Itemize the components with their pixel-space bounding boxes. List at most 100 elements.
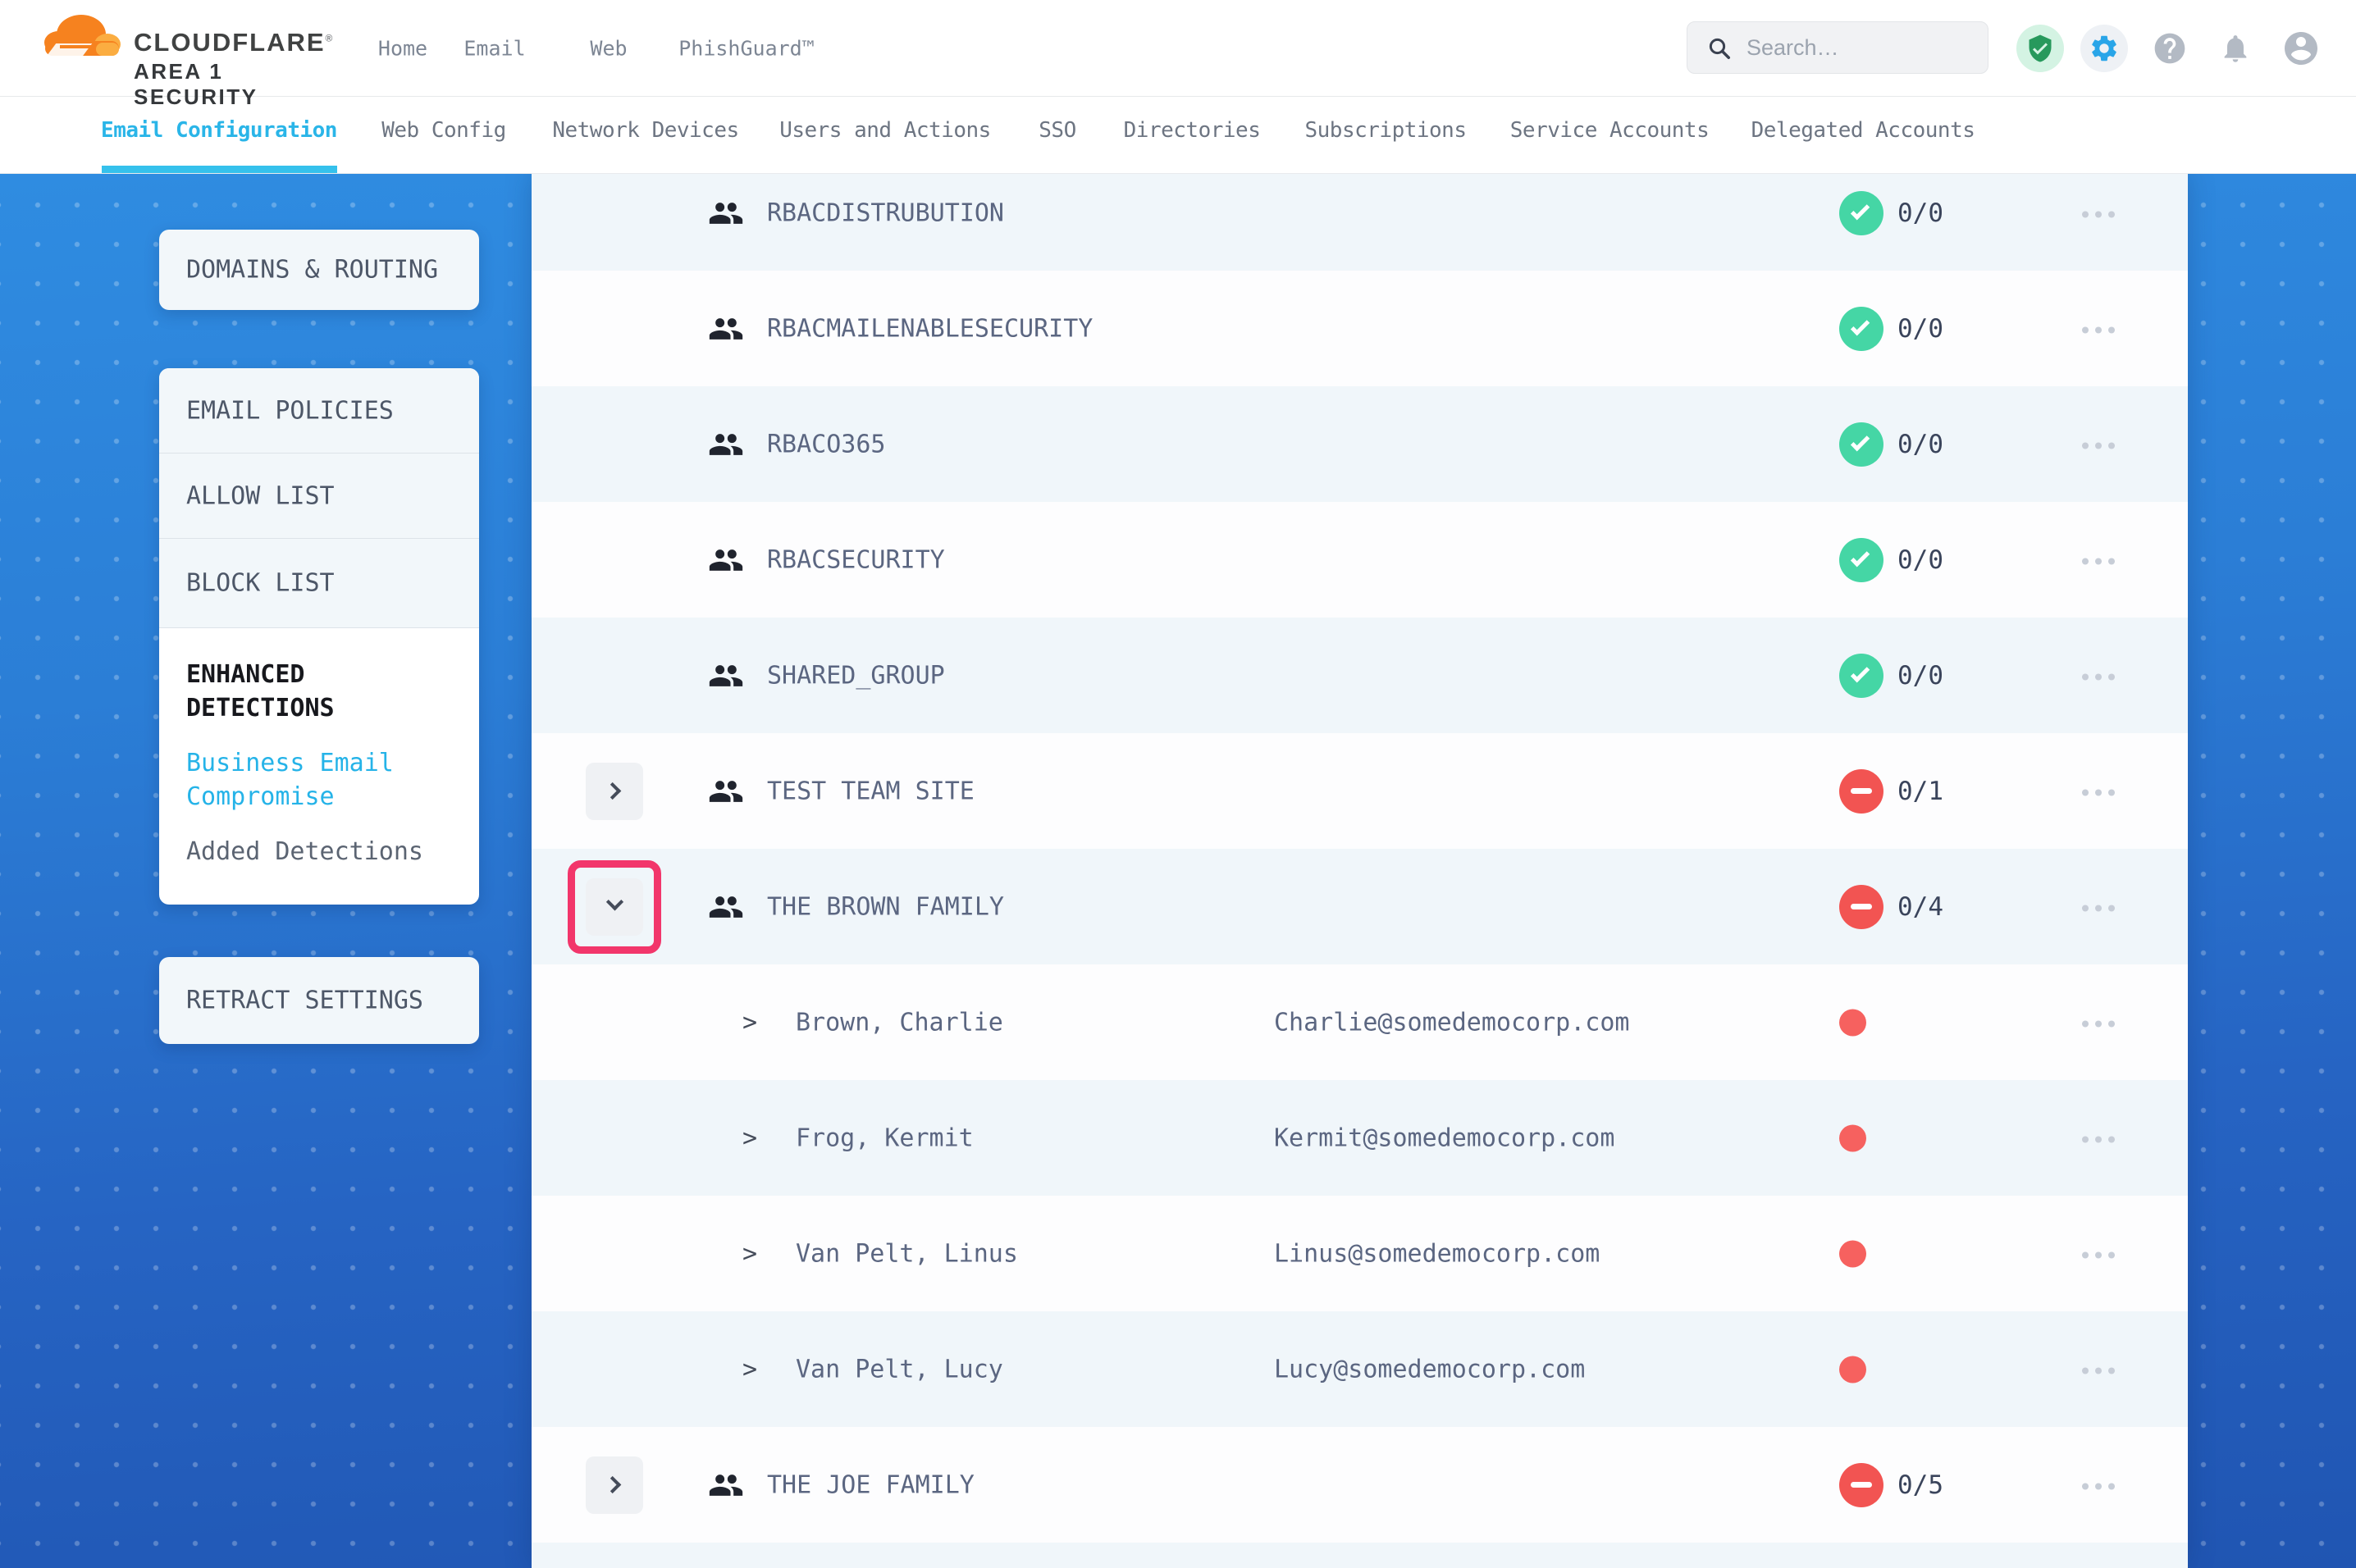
chevron-right-icon[interactable]: > <box>742 1008 757 1037</box>
group-name: RBACSECURITY <box>767 545 945 574</box>
dot-icon <box>2095 1020 2102 1027</box>
group-count: 0/0 <box>1897 314 1943 344</box>
status-ok-badge <box>1839 654 1883 698</box>
group-row: RBACDISTRUBUTION0/0 <box>532 174 2188 271</box>
row-menu-button[interactable] <box>2057 436 2139 452</box>
row-menu-button[interactable] <box>2057 1130 2139 1146</box>
partial-row <box>532 1543 2188 1568</box>
row-menu-button[interactable] <box>2057 205 2139 221</box>
expand-group-button[interactable] <box>586 763 643 820</box>
security-shield-icon[interactable] <box>2016 25 2064 72</box>
search-icon <box>1707 36 1732 61</box>
dot-icon <box>2108 442 2115 449</box>
group-row: RBACMAILENABLESECURITY0/0 <box>532 271 2188 386</box>
status-ok-badge <box>1839 538 1883 582</box>
header-nav-web[interactable]: Web <box>590 37 627 61</box>
member-email: Kermit@somedemocorp.com <box>1274 1124 1614 1152</box>
group-people-icon <box>708 1470 744 1501</box>
dot-icon <box>2108 1251 2115 1258</box>
member-alert-dot <box>1839 1009 1866 1036</box>
member-row: >Brown, CharlieCharlie@somedemocorp.com <box>532 964 2188 1080</box>
dot-icon <box>2095 211 2102 217</box>
row-menu-button[interactable] <box>2057 899 2139 914</box>
retract-settings-label: RETRACT SETTINGS <box>186 987 423 1015</box>
dot-icon <box>2095 1136 2102 1142</box>
status-ok-badge <box>1839 307 1883 351</box>
group-count: 0/0 <box>1897 430 1943 459</box>
tab-sso[interactable]: SSO <box>1039 118 1075 143</box>
user-account-icon[interactable] <box>2277 25 2325 72</box>
notifications-bell-icon[interactable] <box>2212 25 2259 72</box>
group-count: 0/1 <box>1897 777 1943 806</box>
group-people-icon <box>708 660 744 691</box>
dot-icon <box>2095 442 2102 449</box>
chevron-right-icon[interactable]: > <box>742 1355 757 1383</box>
dot-icon <box>2108 905 2115 911</box>
sidebar-item-added-detections[interactable]: Added Detections <box>186 835 432 868</box>
header-nav-home[interactable]: Home <box>378 37 427 61</box>
sidebar-item-retract-settings[interactable]: RETRACT SETTINGS <box>159 957 479 1044</box>
config-tab-bar: Email Configuration Web Config Network Dev… <box>0 97 2356 174</box>
row-menu-button[interactable] <box>2057 552 2139 567</box>
row-menu-button[interactable] <box>2057 783 2139 799</box>
tab-users-and-actions[interactable]: Users and Actions <box>779 118 991 143</box>
email-policies-label: EMAIL POLICIES <box>186 396 394 425</box>
tab-network-devices[interactable]: Network Devices <box>552 118 738 143</box>
search-input[interactable] <box>1746 22 1976 73</box>
check-icon <box>1851 663 1870 682</box>
sidebar-item-email-policies[interactable]: EMAIL POLICIES <box>159 368 479 454</box>
dot-icon <box>2082 1136 2089 1142</box>
chevron-down-icon <box>605 893 623 910</box>
tab-web-config[interactable]: Web Config <box>381 118 506 143</box>
row-menu-button[interactable] <box>2057 1246 2139 1261</box>
tab-email-configuration[interactable]: Email Configuration <box>101 118 337 143</box>
workspace-background: DOMAINS & ROUTING EMAIL POLICIES ALLOW L… <box>0 174 2356 1568</box>
check-icon <box>1851 201 1870 220</box>
dot-icon <box>2082 1367 2089 1374</box>
group-people-icon <box>708 313 744 344</box>
tab-directories[interactable]: Directories <box>1124 118 1261 143</box>
group-people-icon <box>708 891 744 923</box>
row-menu-button[interactable] <box>2057 1477 2139 1493</box>
sidebar-item-domains-routing[interactable]: DOMAINS & ROUTING <box>159 230 479 310</box>
row-menu-button[interactable] <box>2057 321 2139 336</box>
row-menu-button[interactable] <box>2057 668 2139 683</box>
dot-icon <box>2082 789 2089 795</box>
chevron-right-icon[interactable]: > <box>742 1239 757 1268</box>
help-icon[interactable] <box>2146 25 2194 72</box>
group-table: RBACDISTRUBUTION0/0 RBACMAILENABLESECURI… <box>532 174 2188 1568</box>
search-box[interactable] <box>1687 21 1988 74</box>
chevron-right-icon <box>604 1476 621 1493</box>
row-menu-button[interactable] <box>2057 1361 2139 1377</box>
tab-delegated-accounts[interactable]: Delegated Accounts <box>1751 118 1975 143</box>
check-icon <box>1851 432 1870 451</box>
app-header: CLOUDFLARE® AREA 1 SECURITY HomeEmailWeb… <box>0 0 2356 97</box>
sidebar-email-policies-card: EMAIL POLICIES ALLOW LIST BLOCK LIST ENH… <box>159 368 479 905</box>
collapse-group-button[interactable] <box>586 878 643 936</box>
sidebar-item-allow-list[interactable]: ALLOW LIST <box>159 454 479 539</box>
sidebar-item-block-list[interactable]: BLOCK LIST <box>159 539 479 628</box>
tab-subscriptions[interactable]: Subscriptions <box>1305 118 1467 143</box>
group-name: TEST TEAM SITE <box>767 777 975 805</box>
row-menu-button[interactable] <box>2057 1014 2139 1030</box>
tab-service-accounts[interactable]: Service Accounts <box>1510 118 1709 143</box>
header-nav-phishguard[interactable]: PhishGuard™ <box>678 37 815 61</box>
group-row: SHARED_GROUP0/0 <box>532 618 2188 733</box>
chevron-right-icon[interactable]: > <box>742 1124 757 1152</box>
settings-gear-icon[interactable] <box>2080 25 2128 72</box>
dot-icon <box>2108 211 2115 217</box>
group-row: THE JOE FAMILY0/5 <box>532 1427 2188 1543</box>
dot-icon <box>2108 326 2115 333</box>
header-nav-email[interactable]: Email <box>463 37 525 61</box>
member-email: Charlie@somedemocorp.com <box>1274 1008 1629 1037</box>
dot-icon <box>2082 1251 2089 1258</box>
sidebar-item-business-email-compromise[interactable]: Business Email Compromise <box>186 746 432 814</box>
group-people-icon <box>708 429 744 460</box>
member-row: >Van Pelt, LucyLucy@somedemocorp.com <box>532 1311 2188 1427</box>
expand-group-button[interactable] <box>586 1456 643 1514</box>
status-blocked-badge <box>1839 1463 1883 1507</box>
allow-list-label: ALLOW LIST <box>186 481 335 510</box>
block-list-label: BLOCK LIST <box>186 569 335 598</box>
group-count: 0/0 <box>1897 198 1943 228</box>
status-blocked-badge <box>1839 885 1883 929</box>
